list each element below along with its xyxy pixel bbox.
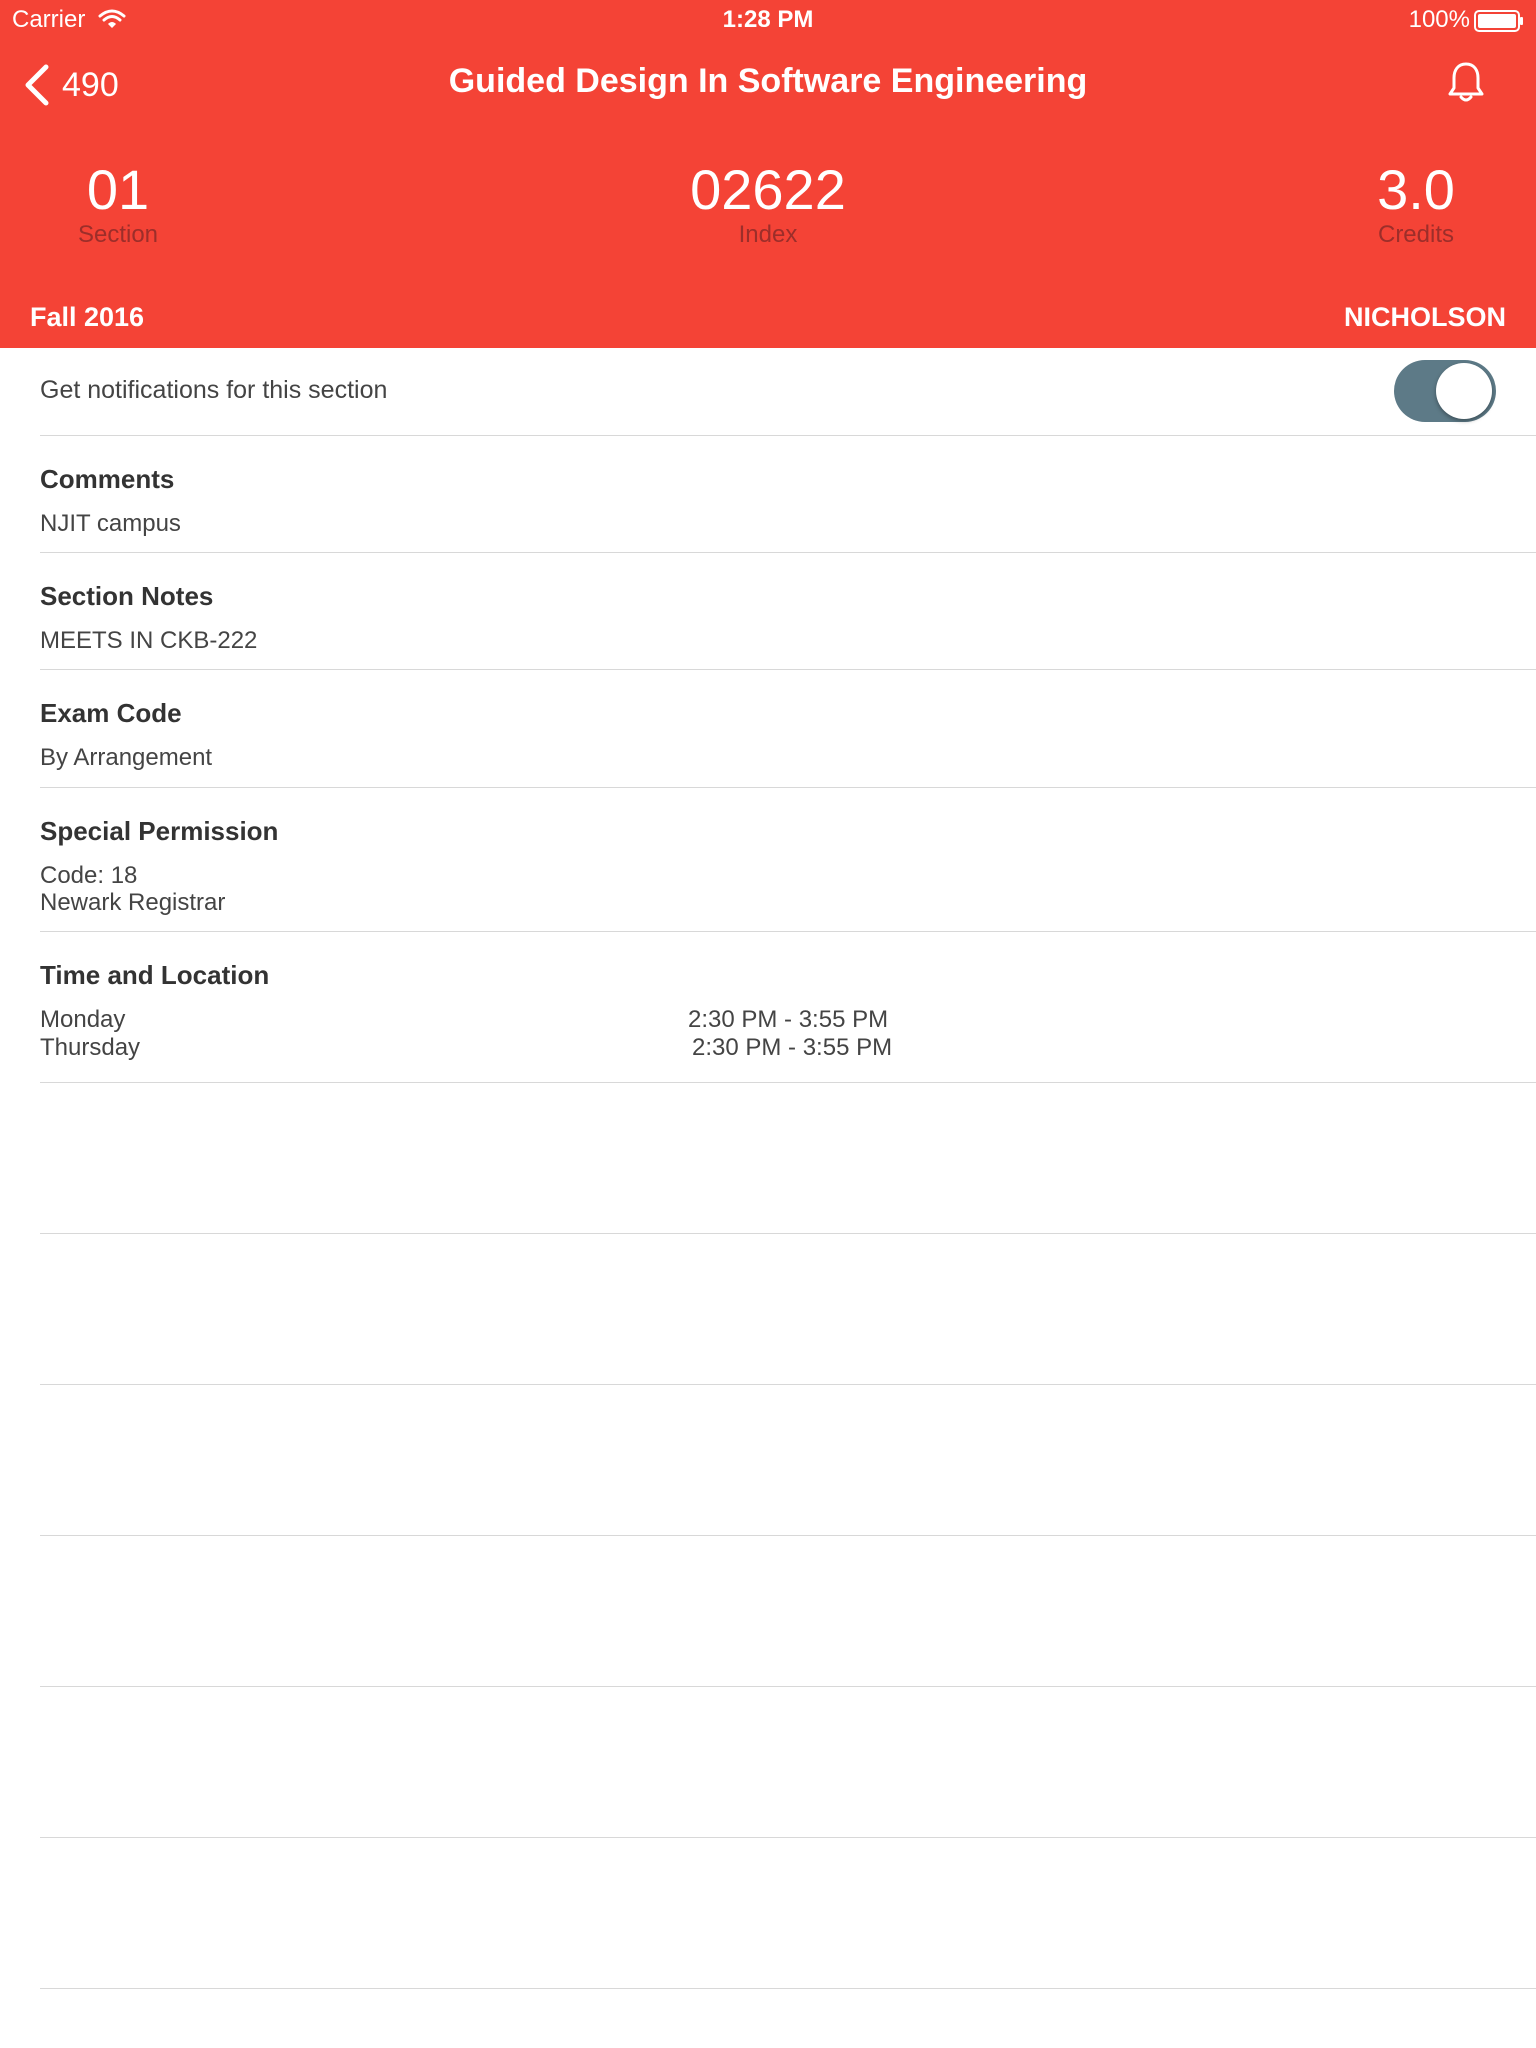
- empty-row: [40, 1687, 1536, 1838]
- notifications-toggle[interactable]: [1394, 360, 1496, 422]
- instructor-name: NICHOLSON: [1344, 302, 1506, 332]
- toggle-knob: [1436, 363, 1492, 419]
- section-notes-text: MEETS IN CKB-222: [40, 627, 258, 654]
- stat-index: 02622 Index: [618, 160, 918, 250]
- section-number: 01: [86, 158, 150, 221]
- permission-office: Newark Registrar: [40, 889, 226, 916]
- section-notes-row: Section Notes MEETS IN CKB-222: [40, 553, 1536, 670]
- time-location-row: Time and Location Monday 2:30 PM - 3:55 …: [40, 932, 1536, 1083]
- exam-code-row: Exam Code By Arrangement: [40, 670, 1536, 788]
- empty-row: [40, 1234, 1536, 1385]
- meeting-day: Thursday: [40, 1034, 141, 1061]
- index-label: Index: [738, 221, 798, 248]
- status-time: 1:28 PM: [722, 6, 814, 33]
- battery-percent: 100%: [1408, 6, 1470, 33]
- credits-label: Credits: [1377, 221, 1455, 248]
- meeting-time: 2:30 PM - 3:55 PM: [692, 1034, 893, 1061]
- permission-code: Code: 18: [40, 862, 138, 889]
- special-permission-title: Special Permission: [40, 816, 279, 846]
- empty-row: [40, 1536, 1536, 1687]
- comments-title: Comments: [40, 464, 175, 494]
- index-number: 02622: [690, 158, 846, 221]
- credits-number: 3.0: [1377, 158, 1455, 221]
- meeting-time: 2:30 PM - 3:55 PM: [688, 1006, 889, 1033]
- empty-row: [40, 1838, 1536, 1989]
- notifications-row: Get notifications for this section: [40, 348, 1536, 436]
- section-notes-title: Section Notes: [40, 581, 214, 611]
- exam-code-title: Exam Code: [40, 698, 182, 728]
- term-label: Fall 2016: [30, 302, 145, 332]
- empty-row: [40, 1385, 1536, 1536]
- special-permission-row: Special Permission Code: 18 Newark Regis…: [40, 788, 1536, 932]
- stat-section: 01 Section: [38, 160, 198, 250]
- stat-credits: 3.0 Credits: [1336, 160, 1496, 250]
- meeting-day: Monday: [40, 1006, 126, 1033]
- empty-row: [40, 1083, 1536, 1234]
- comments-row: Comments NJIT campus: [40, 436, 1536, 553]
- comments-text: NJIT campus: [40, 510, 181, 537]
- course-header: Carrier 1:28 PM 100% 490 Guided Design I…: [0, 0, 1536, 348]
- notifications-label: Get notifications for this section: [40, 376, 388, 404]
- battery-icon: [1474, 10, 1523, 32]
- section-label: Section: [77, 221, 159, 248]
- page-title: Guided Design In Software Engineering: [448, 62, 1088, 100]
- time-location-title: Time and Location: [40, 960, 270, 990]
- bell-icon[interactable]: [1446, 60, 1486, 104]
- exam-code-text: By Arrangement: [40, 744, 213, 771]
- status-bar: Carrier 1:28 PM 100%: [0, 0, 1536, 40]
